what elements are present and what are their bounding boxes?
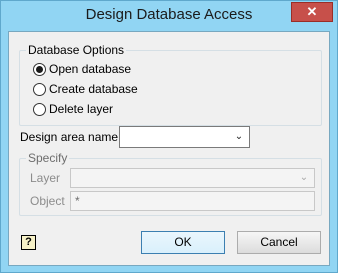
dialog-body: Database Options Open database Create da…: [8, 31, 330, 266]
object-label: Object: [30, 194, 65, 208]
radio-open-database-label: Open database: [49, 62, 132, 76]
chevron-down-icon[interactable]: ⌄: [232, 130, 246, 144]
close-button[interactable]: ✕: [291, 2, 333, 22]
radio-open-database-icon[interactable]: [33, 63, 46, 76]
title-bar[interactable]: Design Database Access ✕: [1, 1, 337, 31]
layer-chevron-down-icon[interactable]: ⌄: [297, 171, 311, 185]
window-title: Design Database Access: [85, 6, 253, 23]
close-icon: ✕: [306, 4, 318, 19]
radio-create-database-label: Create database: [49, 82, 138, 96]
radio-create-database-icon[interactable]: [33, 83, 46, 96]
database-options-legend: Database Options: [26, 42, 127, 58]
layer-label: Layer: [30, 171, 61, 185]
cancel-button[interactable]: Cancel: [237, 231, 321, 254]
dialog-window: Design Database Access ✕ Database Option…: [0, 0, 338, 273]
radio-delete-layer-label: Delete layer: [49, 102, 114, 116]
design-area-name-label: Design area name: [20, 130, 119, 144]
ok-button[interactable]: OK: [141, 231, 225, 254]
design-area-name-dropdown[interactable]: ⌄: [119, 126, 250, 148]
help-icon[interactable]: ?: [21, 235, 36, 250]
database-options-group: Database Options Open database Create da…: [19, 42, 322, 126]
radio-delete-layer-icon[interactable]: [33, 103, 46, 116]
specify-legend: Specify: [26, 150, 70, 166]
specify-group: Specify Layer ⌄ Object *: [19, 150, 322, 216]
layer-dropdown[interactable]: ⌄: [70, 168, 315, 188]
object-field[interactable]: *: [70, 191, 315, 211]
